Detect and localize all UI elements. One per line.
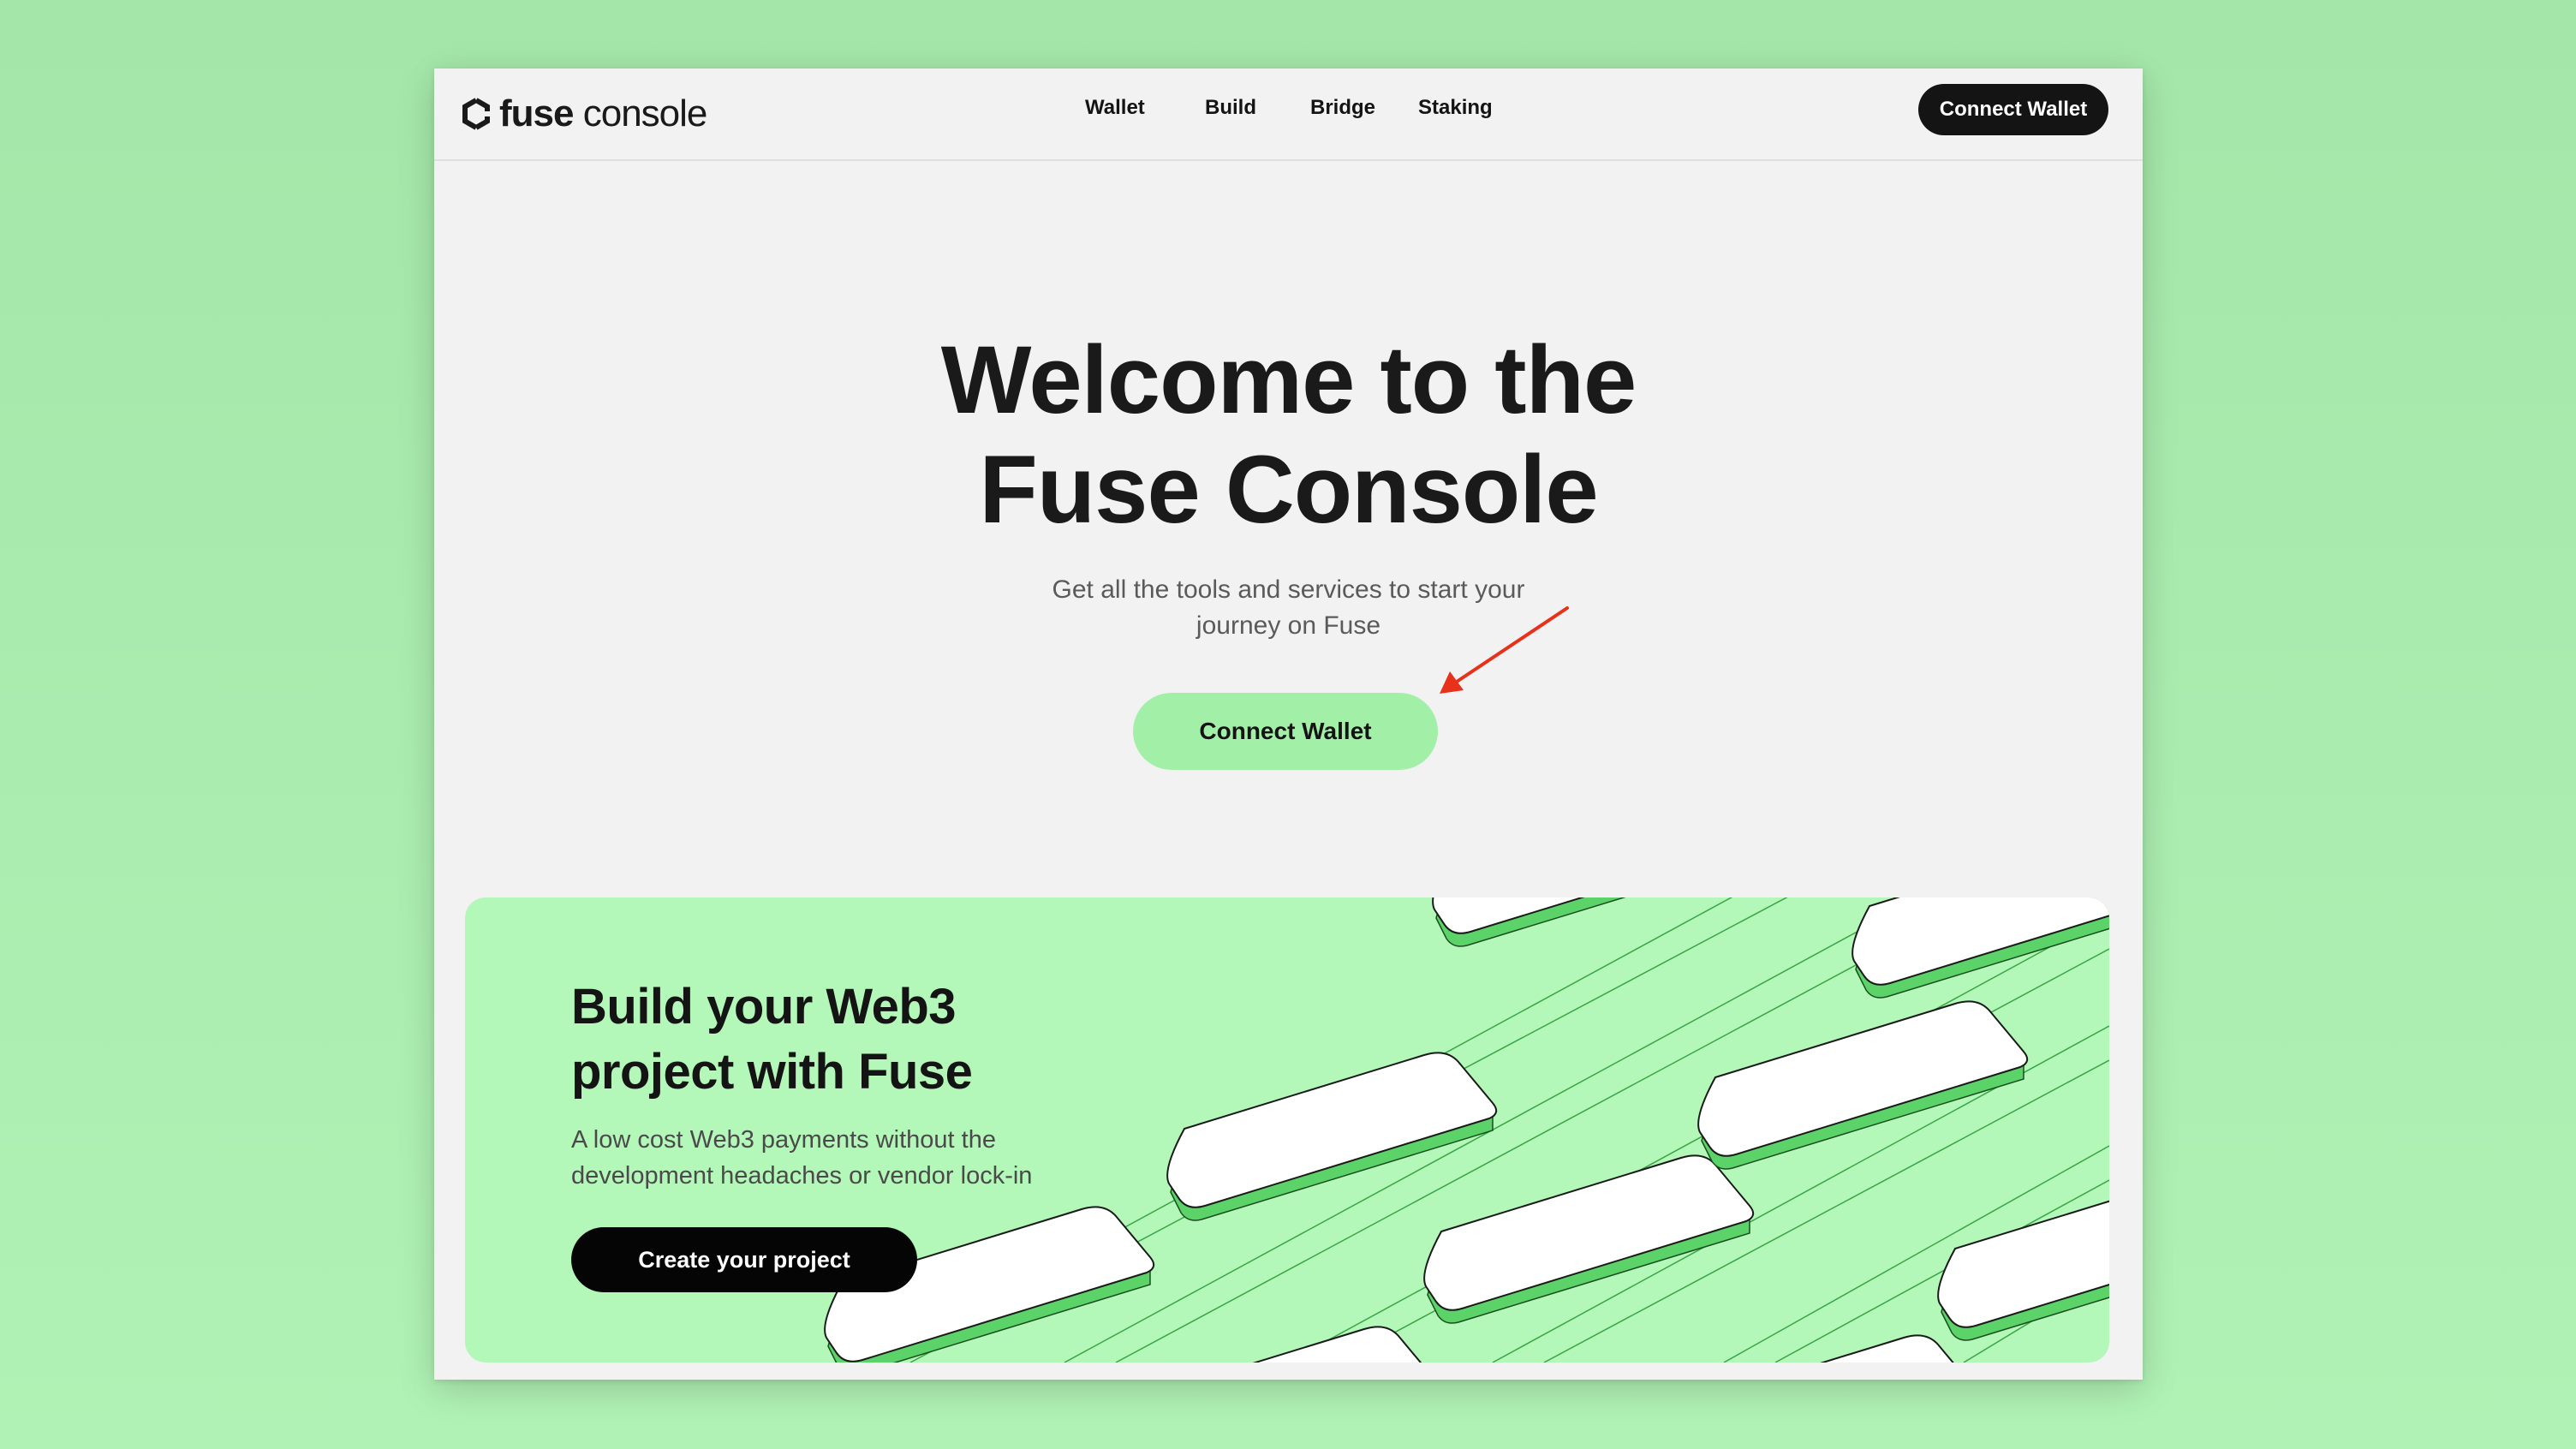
nav-item-bridge[interactable]: Bridge — [1310, 96, 1375, 120]
nav-item-wallet[interactable]: Wallet — [1085, 96, 1145, 120]
hero-title-line-1: Welcome to the — [940, 326, 1637, 433]
promo-subtitle-line-2: development headaches or vendor lock-in — [571, 1162, 1033, 1190]
build-promo-card: Build your Web3 project with Fuse A low … — [465, 897, 2109, 1363]
hero-title: Welcome to the Fuse Console — [434, 325, 2143, 545]
promo-title-line-1: Build your Web3 — [571, 979, 957, 1035]
promo-subtitle-line-1: A low cost Web3 payments without the — [571, 1126, 996, 1154]
hero-subtitle: Get all the tools and services to start … — [434, 572, 2143, 644]
red-arrow-icon — [1440, 606, 1569, 694]
browser-window: fuse console Wallet Build Bridge Staking… — [434, 69, 2143, 1380]
nav-item-staking[interactable]: Staking — [1418, 96, 1493, 120]
hero-title-line-2: Fuse Console — [979, 436, 1598, 543]
top-navbar: fuse console Wallet Build Bridge Staking… — [434, 69, 2143, 161]
hero-subtitle-line-1: Get all the tools and services to start … — [1052, 575, 1525, 604]
promo-subtitle: A low cost Web3 payments without the dev… — [571, 1122, 1032, 1194]
create-project-button[interactable]: Create your project — [571, 1227, 917, 1292]
main-nav: Wallet Build Bridge Staking — [434, 69, 2143, 159]
header-connect-wallet-button[interactable]: Connect Wallet — [1918, 84, 2108, 135]
promo-title-line-2: project with Fuse — [571, 1044, 973, 1100]
hero-subtitle-line-2: journey on Fuse — [1196, 611, 1381, 640]
nav-item-build[interactable]: Build — [1205, 96, 1256, 120]
hero-connect-wallet-button[interactable]: Connect Wallet — [1133, 693, 1438, 770]
promo-title: Build your Web3 project with Fuse — [571, 975, 973, 1105]
